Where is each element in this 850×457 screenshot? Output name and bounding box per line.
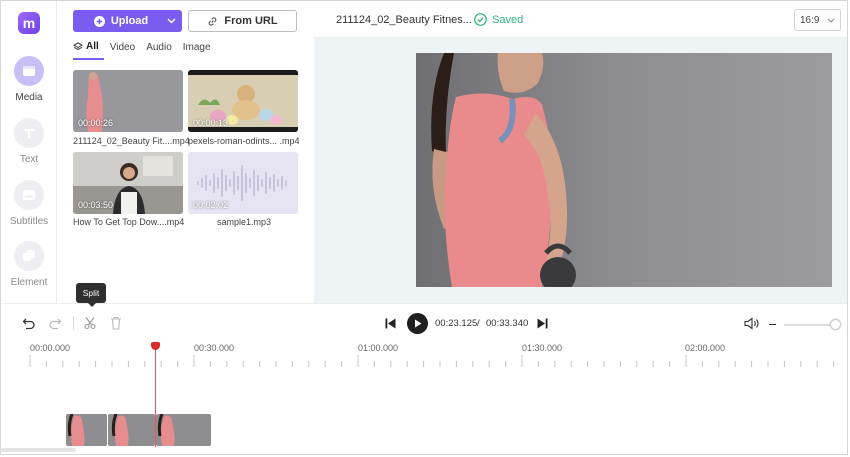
media-item-name: pexels-roman-odints... .mp4: [188, 136, 300, 146]
media-item-name: 211124_02_Beauty Fit....mp4: [73, 136, 190, 146]
delete-button[interactable]: [108, 315, 124, 331]
timeline-scrollbar[interactable]: [1, 448, 76, 452]
timeline-clip[interactable]: [66, 414, 107, 446]
volume-button[interactable]: [742, 315, 760, 331]
volume-icon: [743, 316, 759, 330]
chevron-down-icon: [167, 18, 176, 24]
media-item-video[interactable]: 00:03:50: [73, 152, 183, 214]
nav-label: Subtitles: [9, 216, 49, 227]
volume-slider-handle[interactable]: [830, 319, 841, 330]
nav-item-text[interactable]: Text: [1, 118, 57, 165]
duration-label: 00:02:02: [193, 200, 229, 210]
undo-icon: [22, 318, 35, 330]
clip-thumbnail: [66, 414, 107, 446]
nav-label: Media: [15, 92, 43, 103]
preview-area: [314, 38, 847, 303]
scissors-icon: [84, 317, 96, 330]
trash-icon: [111, 316, 121, 330]
split-button[interactable]: [82, 315, 98, 331]
clip-thumbnail: [108, 414, 155, 446]
tab-all[interactable]: All: [73, 41, 104, 60]
duration-label: 00:00:13: [193, 118, 229, 128]
video-preview[interactable]: [416, 53, 832, 287]
current-time: 00:23.125: [435, 318, 478, 329]
volume-minus-icon[interactable]: [769, 324, 776, 325]
chevron-down-icon: [827, 18, 835, 23]
left-nav: m Media Text Subtitles Element: [1, 1, 57, 303]
upload-button[interactable]: Upload: [73, 10, 169, 32]
tab-video[interactable]: Video: [110, 41, 140, 60]
app-logo: m: [18, 12, 40, 34]
time-separator: /: [477, 318, 480, 329]
play-icon: [414, 319, 421, 328]
timeline-clip[interactable]: [108, 414, 155, 446]
nav-label: Text: [19, 154, 39, 165]
video-frame-image: [416, 53, 832, 287]
media-item-name: sample1.mp3: [217, 217, 272, 227]
nav-item-media[interactable]: Media: [1, 56, 57, 103]
from-url-label: From URL: [224, 15, 278, 27]
layers-icon: [73, 41, 83, 50]
link-icon: [209, 16, 217, 26]
timeline-ruler[interactable]: 00:00.000 00:30.000 01:00.000 01:30.000 …: [1, 341, 847, 371]
duration-label: 00:03:50: [78, 200, 114, 210]
volume-slider-track[interactable]: [784, 324, 834, 326]
saved-label: Saved: [492, 13, 524, 26]
skip-forward-button[interactable]: [534, 316, 550, 330]
text-icon: [14, 118, 44, 148]
redo-button[interactable]: [47, 315, 63, 331]
redo-icon: [49, 318, 62, 330]
skip-forward-icon: [537, 318, 547, 328]
nav-item-element[interactable]: Element: [1, 241, 57, 288]
subtitles-icon: [14, 180, 44, 210]
plus-circle-icon: [93, 15, 105, 27]
check-circle-icon: [474, 13, 487, 26]
editor-window: m Media Text Subtitles Element Upload Fr…: [0, 0, 848, 455]
undo-button[interactable]: [21, 315, 37, 331]
aspect-ratio-value: 16:9: [800, 14, 820, 26]
aspect-ratio-select[interactable]: 16:9: [794, 9, 841, 31]
nav-label: Element: [10, 277, 48, 288]
ruler-ticks: [29, 355, 835, 367]
clip-thumbnail: [156, 414, 211, 446]
split-tooltip: Split: [76, 283, 106, 307]
play-button[interactable]: [407, 313, 428, 334]
top-bar: 211124_02_Beauty Fitnes... Saved 16:9: [314, 1, 847, 38]
media-item-name: How To Get Top Dow....mp4: [73, 217, 185, 227]
timeline-clip[interactable]: [156, 414, 211, 446]
total-time: 00:33.340: [486, 318, 529, 329]
nav-item-subtitles[interactable]: Subtitles: [1, 180, 57, 227]
media-item-video[interactable]: 00:00:13: [188, 70, 298, 132]
tab-audio[interactable]: Audio: [146, 41, 177, 60]
saved-status: Saved: [474, 13, 523, 26]
divider: [73, 316, 74, 330]
media-item-audio[interactable]: 00:02:02: [188, 152, 298, 214]
tab-image[interactable]: Image: [183, 41, 216, 60]
media-icon: [14, 56, 44, 86]
upload-label: Upload: [110, 15, 149, 27]
project-title[interactable]: 211124_02_Beauty Fitnes...: [336, 14, 472, 26]
skip-back-icon: [385, 318, 395, 328]
media-item-video[interactable]: 00:00:26: [73, 70, 183, 132]
element-icon: [14, 241, 44, 271]
upload-dropdown-button[interactable]: [161, 10, 182, 32]
playback-controls: 00:23.125 / 00:33.340: [1, 303, 847, 341]
media-panel: Upload From URL All Video Audio Image 00…: [58, 1, 314, 303]
skip-back-button[interactable]: [382, 316, 398, 330]
media-tabs: All Video Audio Image: [73, 41, 222, 60]
duration-label: 00:00:26: [78, 118, 114, 128]
from-url-button[interactable]: From URL: [188, 10, 297, 32]
